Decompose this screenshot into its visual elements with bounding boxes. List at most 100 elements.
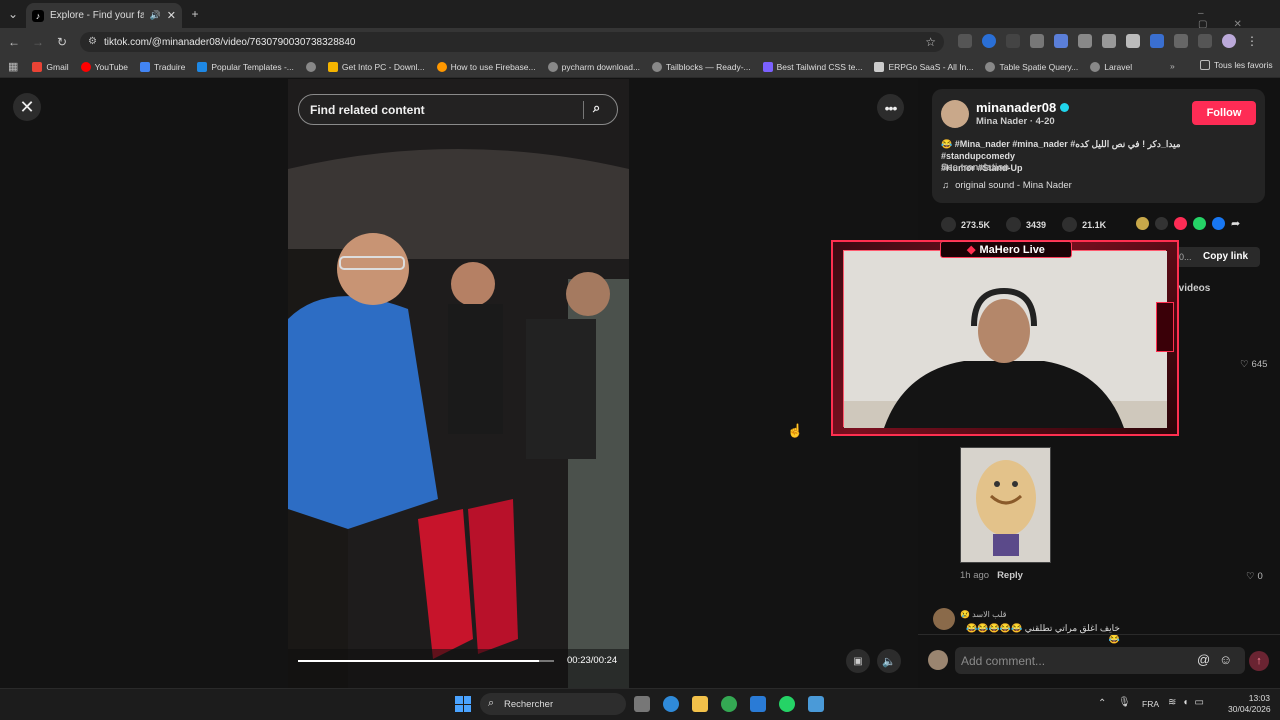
all-bookmarks[interactable]: Tous les favoris [1200,60,1273,70]
person-head [566,272,610,316]
commenter-name[interactable]: قلب الاسد 😢 [960,610,1006,619]
close-tab-icon[interactable]: ✕ [167,9,176,22]
whatsapp-icon[interactable] [1193,217,1206,230]
tray-chevron-icon[interactable]: ⌃ [1098,698,1106,709]
tab-list-icon[interactable]: ⌄ [5,6,21,22]
microphone-icon[interactable]: 🎙 [1118,697,1131,708]
bookmark-traduire[interactable]: Traduire [140,61,185,72]
comment-like[interactable]: ♡ 0 [1246,571,1263,582]
profile-avatar[interactable] [1222,34,1236,48]
embed-icon[interactable] [1155,217,1168,230]
search-icon[interactable]: ⌕ [593,100,600,116]
tab-strip: ⌄ ♪ Explore - Find your favourit 🔊 ✕ + –… [0,0,1280,30]
forward-icon[interactable]: → [30,34,46,50]
post-comment-button[interactable]: ↑ [1249,651,1269,671]
bookmark-item[interactable] [305,61,316,72]
bookmark-spatie[interactable]: Table Spatie Query... [985,61,1078,72]
comment-button[interactable]: 3439 [1006,217,1046,232]
comment-like[interactable]: ♡ 645 [1240,359,1267,370]
edge-icon[interactable] [663,696,679,712]
apps-grid-icon[interactable]: ▦ [8,60,18,73]
bookmark-tailwind[interactable]: Best Tailwind CSS te... [762,61,862,72]
save-button[interactable]: 21.1K [1062,217,1106,232]
bookmark-icon [1062,217,1078,232]
my-avatar[interactable] [928,650,948,670]
extensions-area: ⋮ [958,34,1258,48]
extension-icon[interactable] [1078,34,1092,48]
miniplayer-button[interactable]: ▣ [846,649,870,673]
progress-track[interactable] [298,660,554,662]
commenter-avatar[interactable] [933,608,955,630]
close-button[interactable]: ✕ [13,93,41,121]
file-explorer-icon[interactable] [692,696,708,712]
chrome-icon[interactable] [721,696,737,712]
active-tab[interactable]: ♪ Explore - Find your favourit 🔊 ✕ [26,3,182,28]
system-tray[interactable]: ≋ ◖ ▭ [1168,697,1204,708]
bookmark-tailblocks[interactable]: Tailblocks — Ready-... [652,61,751,72]
see-translation-link[interactable]: See translation [941,162,1009,173]
puzzle-icon[interactable] [1174,34,1188,48]
window-controls[interactable]: –▢✕ [1198,8,1280,30]
mention-icon[interactable]: @ [1197,652,1210,667]
terminal-icon[interactable] [1006,34,1020,48]
author-avatar[interactable] [941,100,969,128]
comment-icon [1006,217,1022,232]
miniplayer-icon: ▣ [853,655,863,667]
sound-link[interactable]: ♫ original sound - Mina Nader [942,180,1072,191]
extension-icon[interactable] [1030,34,1044,48]
menu-icon[interactable]: ⋮ [1246,34,1258,48]
reply-button[interactable]: Reply [997,570,1023,581]
follow-button[interactable]: Follow [1192,101,1256,125]
bookmark-youtube[interactable]: YouTube [80,61,128,72]
author-username[interactable]: minanader08 [976,100,1070,115]
extension-icon[interactable] [1126,34,1140,48]
app-icon[interactable] [808,696,824,712]
related-search-input[interactable]: Find related content ⌕ [298,94,618,125]
streamer-image [844,251,1167,428]
facebook-icon[interactable] [1212,217,1225,230]
extension-icon[interactable] [1150,34,1164,48]
bookmark-templates[interactable]: Popular Templates -... [197,61,294,72]
volume-button[interactable]: 🔈 [877,649,901,673]
comment-placeholder: Add comment... [961,653,1046,668]
task-view-icon[interactable] [634,696,650,712]
bookmark-getintopc[interactable]: Get Into PC - Downl... [327,61,425,72]
add-comment-input[interactable]: Add comment... @ ☺ [955,647,1245,674]
partial-url: 0... [1179,252,1192,262]
address-bar[interactable]: ⚙ tiktok.com/@minanader08/video/76307900… [80,32,944,52]
bookmark-star-icon[interactable]: ☆ [925,35,936,49]
shield-icon[interactable] [1102,34,1116,48]
friends-icon[interactable] [1136,217,1149,230]
speaker-icon[interactable]: 🔊 [150,10,161,21]
chevron-right-icon[interactable]: » [1170,61,1175,71]
bookmark-pycharm[interactable]: pycharm download... [547,61,640,72]
language-indicator[interactable]: FRA [1142,699,1159,709]
windows-start-icon[interactable] [455,696,471,712]
whatsapp-icon[interactable] [779,696,795,712]
new-tab-icon[interactable]: + [187,6,203,22]
globe-icon [985,61,996,72]
extension-icon[interactable] [1054,34,1068,48]
bookmark-gmail[interactable]: Gmail [32,61,69,72]
bookmark-laravel[interactable]: Laravel [1090,61,1132,72]
music-note-icon: ♫ [942,180,950,191]
back-icon[interactable]: ← [6,34,22,50]
send-icon[interactable] [1174,217,1187,230]
extension-icon[interactable] [982,34,996,48]
like-button[interactable]: 273.5K [941,217,990,232]
clock[interactable]: 13:03 30/04/2026 [1228,693,1271,715]
more-options-button[interactable]: ••• [877,94,904,121]
taskbar-search[interactable]: ⌕ Rechercher [480,693,626,715]
copy-link-button[interactable]: Copy link [1203,251,1248,262]
video-player[interactable]: 00:23/00:24 [288,79,629,688]
share-arrow-icon[interactable]: ➦ [1231,217,1240,230]
bookmark-erpgo[interactable]: ERPGo SaaS - All In... [874,61,973,72]
extension-icon[interactable] [958,34,972,48]
bookmark-firebase[interactable]: How to use Firebase... [436,61,536,72]
caption-hashtag[interactable]: #standupcomedy [941,151,1015,161]
reload-icon[interactable]: ↻ [54,34,70,50]
site-info-icon[interactable]: ⚙ [88,36,97,47]
emoji-icon[interactable]: ☺ [1219,652,1232,667]
media-icon[interactable] [1198,34,1212,48]
vscode-icon[interactable] [750,696,766,712]
